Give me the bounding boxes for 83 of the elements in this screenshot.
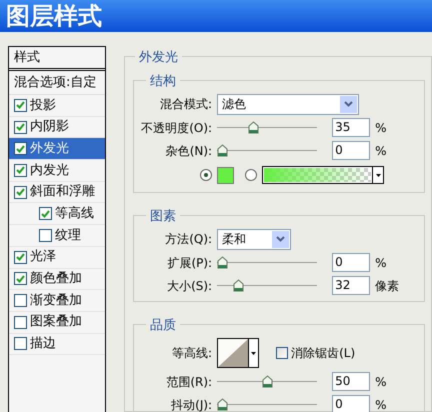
slider-thumb[interactable] <box>262 374 273 388</box>
slider-track[interactable] <box>217 256 318 270</box>
chevron-icon <box>340 96 358 112</box>
value-input[interactable]: 32 <box>332 276 370 295</box>
style-list-item[interactable]: 斜面和浮雕 <box>9 182 106 204</box>
slider-thumb[interactable] <box>217 256 228 268</box>
contour-curve-icon <box>218 339 248 367</box>
caret-icon <box>376 174 381 176</box>
slider-track[interactable] <box>217 120 318 134</box>
checkmark-icon <box>16 144 25 153</box>
group-title: 结构 <box>150 74 176 89</box>
field-label: 抖动(J): <box>171 396 212 412</box>
value-input[interactable]: 0 <box>332 253 370 272</box>
caret-icon <box>251 352 256 354</box>
dropdown[interactable]: 柔和 <box>217 228 292 250</box>
checkbox[interactable] <box>39 207 52 220</box>
radio-button[interactable] <box>245 169 258 181</box>
unit-label: % <box>375 254 386 272</box>
checkmark-icon <box>16 253 25 262</box>
checkbox[interactable] <box>14 294 27 308</box>
checkbox[interactable] <box>276 347 288 359</box>
color-swatch[interactable] <box>217 166 234 184</box>
value-input[interactable]: 0 <box>332 141 370 160</box>
slider-track[interactable] <box>217 398 318 412</box>
checkbox[interactable] <box>39 228 52 242</box>
style-list-item[interactable]: 内发光 <box>9 160 106 182</box>
contour-picker[interactable] <box>217 338 260 368</box>
value-input[interactable]: 35 <box>332 118 370 137</box>
checkmark-icon <box>16 123 25 132</box>
style-list-item[interactable]: 内阴影 <box>9 116 106 138</box>
checkbox[interactable] <box>14 98 27 112</box>
field-label: 方法(Q): <box>165 231 212 248</box>
slider-track[interactable] <box>217 374 318 388</box>
checkbox[interactable] <box>14 164 27 177</box>
chevron-icon <box>272 230 290 248</box>
slider-track[interactable] <box>217 144 318 158</box>
checkmark-icon <box>16 166 25 174</box>
group-title: 品质 <box>150 318 176 333</box>
group-title: 外发光 <box>139 50 178 65</box>
checkbox[interactable] <box>14 316 27 329</box>
unit-label: 像素 <box>375 278 400 294</box>
field-label: 等高线: <box>172 345 212 362</box>
group-title: 图素 <box>150 209 176 224</box>
checkbox[interactable] <box>14 250 27 264</box>
style-list-item[interactable]: 光泽 <box>9 246 106 268</box>
gradient-picker[interactable] <box>262 166 384 184</box>
unit-label: % <box>375 374 386 390</box>
value-input[interactable]: 50 <box>332 372 370 391</box>
field-label: 杂色(N): <box>166 142 212 160</box>
slider-thumb[interactable] <box>248 120 260 134</box>
checkbox[interactable] <box>14 337 27 350</box>
style-list-item[interactable]: 描边 <box>9 334 106 356</box>
unit-label: % <box>375 142 386 160</box>
value-input[interactable]: 0 <box>332 395 370 412</box>
style-list-item[interactable]: 图案叠加 <box>9 312 106 334</box>
slider-thumb[interactable] <box>233 278 244 292</box>
checkbox-label: 消除锯齿(L) <box>291 345 356 362</box>
radio-button[interactable] <box>200 169 212 181</box>
checkbox[interactable] <box>14 142 27 156</box>
field-label: 大小(S): <box>167 278 212 294</box>
field-label: 不透明度(O): <box>141 120 212 136</box>
checkmark-icon <box>16 101 25 110</box>
unit-label: % <box>375 120 386 136</box>
checkbox[interactable] <box>14 186 27 199</box>
checkbox[interactable] <box>14 272 27 286</box>
dropdown[interactable]: 滤色 <box>217 94 360 114</box>
unit-label: % <box>375 396 386 412</box>
style-list-item[interactable]: 颜色叠加 <box>9 268 106 290</box>
checkbox[interactable] <box>14 120 27 134</box>
field-label: 扩展(P): <box>167 254 212 272</box>
slider-thumb[interactable] <box>217 398 228 410</box>
style-list-item[interactable]: 等高线 <box>9 203 106 226</box>
style-list-item[interactable]: 渐变叠加 <box>9 290 106 312</box>
style-list-item[interactable]: 外发光 <box>9 138 106 160</box>
checkmark-icon <box>16 274 25 283</box>
field-label: 范围(R): <box>166 374 212 390</box>
field-label: 混合模式: <box>160 96 212 113</box>
window-title: 图层样式 <box>6 4 102 28</box>
slider-thumb[interactable] <box>217 144 228 156</box>
list-header: 样式 <box>14 48 40 67</box>
checkmark-icon <box>41 210 50 218</box>
slider-track[interactable] <box>217 278 318 292</box>
checkmark-icon <box>16 188 25 196</box>
